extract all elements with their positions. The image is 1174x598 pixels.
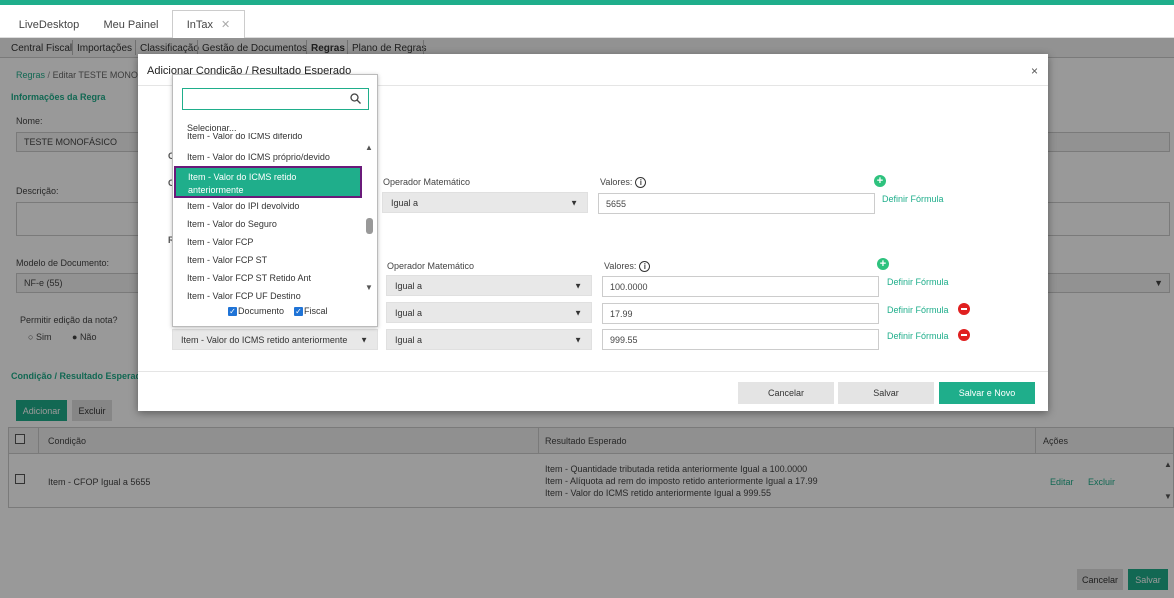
cond-operator-select[interactable]: Igual a ▼ xyxy=(382,192,588,213)
res-field-select-3[interactable]: Item - Valor do ICMS retido anteriorment… xyxy=(172,329,378,350)
field-dropdown: Selecionar... Item - Valor do ICMS difer… xyxy=(172,74,378,327)
remove-result-icon[interactable] xyxy=(958,303,970,315)
res-operator-select-2[interactable]: Igual a ▼ xyxy=(386,302,592,323)
dropdown-option[interactable]: Item - Valor FCP UF Destino xyxy=(187,291,301,299)
modal-cancelar-button[interactable]: Cancelar xyxy=(738,382,834,404)
scroll-up-icon[interactable]: ▲ xyxy=(365,143,373,152)
search-icon xyxy=(350,93,361,104)
dropdown-option[interactable]: Item - Valor FCP ST xyxy=(187,255,267,265)
res-value-input-2[interactable]: 17.99 xyxy=(602,303,879,324)
res-operator-select-3[interactable]: Igual a ▼ xyxy=(386,329,592,350)
dropdown-option[interactable]: Item - Valor FCP xyxy=(187,237,253,247)
browser-tabs: LiveDesktop Meu Painel InTax ✕ xyxy=(0,5,1174,39)
res-definir-formula-2[interactable]: Definir Fórmula xyxy=(887,305,949,315)
res-value-input-3[interactable]: 999.55 xyxy=(602,329,879,350)
dropdown-option[interactable]: Item - Valor do ICMS próprio/devido xyxy=(187,152,330,162)
dropdown-scrollbar[interactable] xyxy=(366,218,373,234)
tab-intax[interactable]: InTax ✕ xyxy=(172,10,245,39)
remove-result-icon[interactable] xyxy=(958,329,970,341)
close-icon[interactable]: ✕ xyxy=(221,19,230,31)
dropdown-option[interactable]: Item - Valor do ICMS diferido xyxy=(187,133,302,142)
dropdown-option[interactable]: Item - Valor do IPI devolvido xyxy=(187,201,299,211)
close-icon[interactable]: × xyxy=(1031,64,1038,78)
dropdown-option[interactable]: Item - Valor do Seguro xyxy=(187,219,277,229)
chevron-down-icon: ▼ xyxy=(574,281,582,290)
dropdown-search-input[interactable] xyxy=(182,88,369,110)
tab-livedesktop[interactable]: LiveDesktop xyxy=(14,12,84,38)
info-icon[interactable]: i xyxy=(635,177,647,189)
chevron-down-icon: ▼ xyxy=(570,198,578,207)
res-values-label: Valores: i xyxy=(604,261,651,273)
checkbox-checked-icon[interactable]: ✓ xyxy=(294,307,303,317)
cond-operator-label: Operador Matemático xyxy=(383,177,471,187)
cond-definir-formula[interactable]: Definir Fórmula xyxy=(882,194,944,204)
dropdown-option-selected[interactable]: Item - Valor do ICMS retido anteriormente xyxy=(174,166,362,198)
tab-meu-painel[interactable]: Meu Painel xyxy=(96,12,166,38)
modal-salvar-novo-button[interactable]: Salvar e Novo xyxy=(939,382,1035,404)
res-operator-select-1[interactable]: Igual a ▼ xyxy=(386,275,592,296)
filter-documento[interactable]: ✓ Documento xyxy=(228,306,284,317)
res-operator-label: Operador Matemático xyxy=(387,261,475,271)
scroll-down-icon[interactable]: ▼ xyxy=(365,283,373,292)
info-icon[interactable]: i xyxy=(639,261,651,273)
dropdown-option[interactable]: Selecionar... xyxy=(187,123,237,133)
dropdown-option[interactable]: Item - Valor FCP ST Retido Ant xyxy=(187,273,311,283)
chevron-down-icon: ▼ xyxy=(360,335,368,344)
cond-values-label: Valores: i xyxy=(600,177,647,189)
add-condition-icon[interactable]: + xyxy=(874,175,886,187)
chevron-down-icon: ▼ xyxy=(574,335,582,344)
res-definir-formula-3[interactable]: Definir Fórmula xyxy=(887,331,949,341)
cond-value-input[interactable]: 5655 xyxy=(598,193,875,214)
filter-fiscal[interactable]: ✓ Fiscal xyxy=(294,306,328,317)
add-result-icon[interactable]: + xyxy=(877,258,889,270)
res-value-input-1[interactable]: 100.0000 xyxy=(602,276,879,297)
tab-intax-label: InTax xyxy=(186,19,214,31)
checkbox-checked-icon[interactable]: ✓ xyxy=(228,307,237,317)
chevron-down-icon: ▼ xyxy=(574,308,582,317)
res-definir-formula-1[interactable]: Definir Fórmula xyxy=(887,277,949,287)
modal-salvar-button[interactable]: Salvar xyxy=(838,382,934,404)
